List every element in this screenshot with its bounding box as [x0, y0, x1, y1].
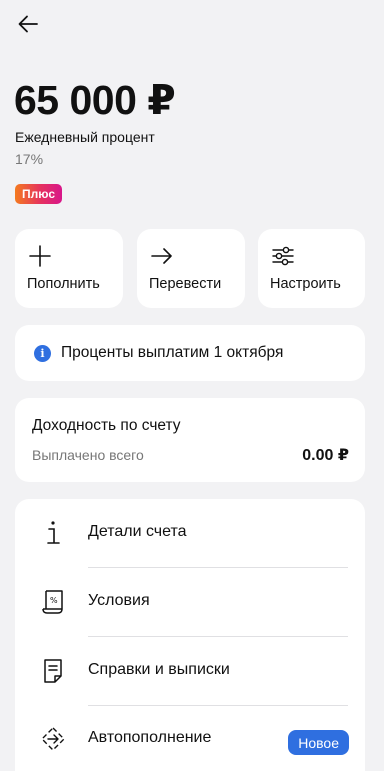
settings-label: Настроить: [270, 276, 341, 292]
new-badge: Новое: [288, 730, 349, 755]
percent-document-icon: %: [39, 588, 67, 616]
back-button[interactable]: [14, 10, 42, 38]
menu-label-account-details: Детали счета: [88, 523, 187, 540]
menu-item-terms[interactable]: % Условия: [15, 568, 365, 636]
payout-info-text: Проценты выплатим 1 октября: [61, 344, 284, 361]
paid-total-value: 0.00 ₽: [302, 447, 349, 464]
menu-item-statements[interactable]: Справки и выписки: [15, 637, 365, 705]
plus-badge: Плюс: [15, 184, 63, 204]
transfer-label: Перевести: [149, 276, 222, 292]
document-icon: [39, 657, 67, 685]
plus-icon: [29, 245, 51, 267]
rate-label: Ежедневный процент: [15, 129, 155, 145]
menu-label-terms: Условия: [88, 592, 150, 609]
transfer-button[interactable]: Перевести: [137, 229, 245, 308]
account-balance: 65 000 ₽: [14, 77, 176, 123]
menu-item-account-details[interactable]: Детали счета: [15, 499, 365, 567]
topup-label: Пополнить: [27, 276, 100, 292]
arrow-left-icon: [18, 15, 38, 33]
paid-total-label: Выплачено всего: [32, 447, 144, 463]
svg-text:%: %: [50, 596, 58, 605]
sliders-icon: [272, 246, 294, 266]
info-letter-icon: [39, 519, 67, 547]
settings-button[interactable]: Настроить: [258, 229, 365, 308]
rate-value: 17%: [15, 151, 44, 167]
account-screen: 65 000 ₽ Ежедневный процент 17% Плюс Поп…: [0, 0, 384, 771]
topup-button[interactable]: Пополнить: [15, 229, 123, 308]
menu-item-auto-refill[interactable]: Автопополнение Новое: [15, 705, 365, 771]
menu-label-statements: Справки и выписки: [88, 661, 230, 678]
account-menu: Детали счета % Условия Справки и выписки: [15, 499, 365, 771]
menu-label-auto-refill: Автопополнение: [88, 729, 212, 746]
arrow-right-icon: [151, 248, 172, 264]
auto-refill-icon: [39, 725, 67, 753]
yield-card[interactable]: Доходность по счету Выплачено всего 0.00…: [15, 398, 365, 482]
yield-title: Доходность по счету: [32, 417, 181, 434]
payout-info-banner: i Проценты выплатим 1 октября: [15, 325, 365, 381]
info-icon: i: [34, 344, 51, 362]
